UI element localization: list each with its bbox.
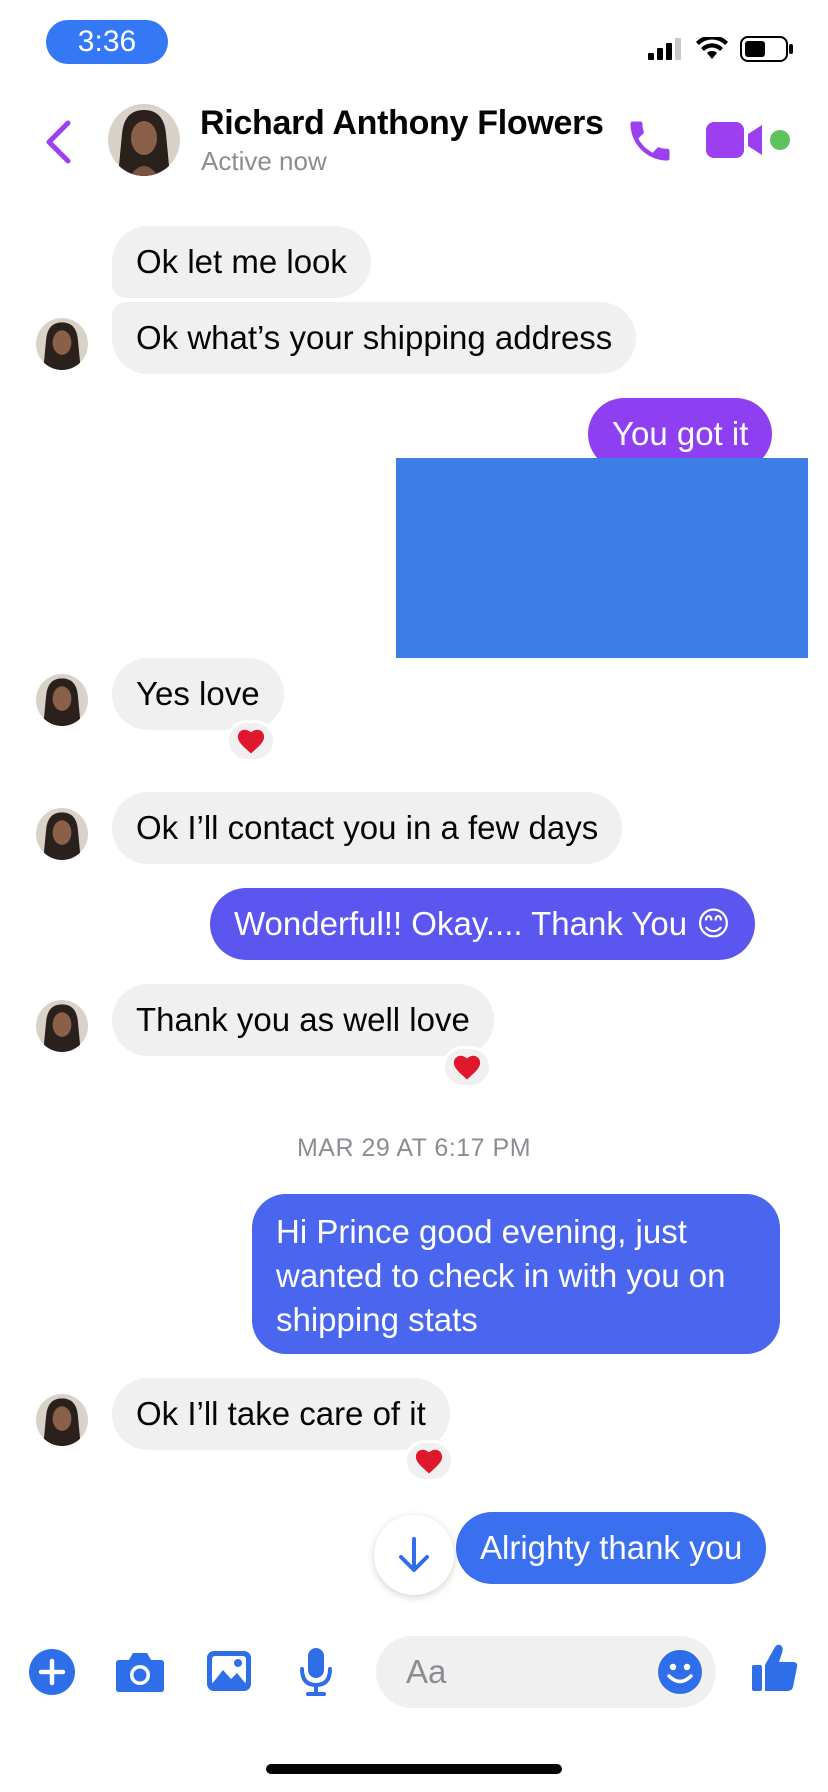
message-bubble-incoming[interactable]: Ok I’ll contact you in a few days: [112, 792, 623, 864]
scroll-to-bottom-button[interactable]: [374, 1515, 454, 1595]
message-bubble-incoming[interactable]: Ok I’ll take care of it: [112, 1378, 450, 1450]
back-button[interactable]: [38, 114, 78, 170]
signal-icon: [648, 38, 681, 60]
message-bubble-outgoing[interactable]: Alrighty thank you: [456, 1512, 767, 1584]
message-input-placeholder: Aa: [406, 1653, 447, 1690]
battery-icon: [740, 36, 793, 62]
redacted-block: [396, 458, 808, 658]
camera-button[interactable]: [114, 1646, 166, 1698]
sender-avatar: [36, 1394, 88, 1446]
like-button[interactable]: [750, 1640, 800, 1696]
message-bubble-incoming[interactable]: Ok what’s your shipping address: [112, 302, 637, 374]
contact-name[interactable]: Richard Anthony Flowers: [200, 104, 604, 143]
sender-avatar: [36, 808, 88, 860]
home-indicator: [266, 1764, 562, 1774]
heart-reaction[interactable]: [442, 1046, 492, 1088]
thumbs-up-icon: [752, 1644, 798, 1691]
image-icon: [207, 1651, 251, 1691]
heart-icon: [453, 1055, 481, 1080]
message-bubble-outgoing[interactable]: Wonderful!! Okay.... Thank You 😊: [210, 888, 755, 960]
chevron-left-icon: [46, 120, 71, 164]
heart-icon: [415, 1449, 443, 1474]
heart-reaction[interactable]: [404, 1440, 454, 1482]
online-indicator: [770, 130, 790, 150]
video-call-button[interactable]: [706, 120, 764, 160]
emoji-icon: [658, 1650, 702, 1694]
phone-icon: [630, 121, 670, 161]
voice-message-button[interactable]: [296, 1644, 336, 1700]
message-bubble-incoming[interactable]: Yes love: [112, 658, 284, 730]
sender-avatar: [36, 318, 88, 370]
microphone-icon: [300, 1648, 332, 1696]
plus-button[interactable]: [28, 1648, 76, 1696]
wifi-icon: [696, 37, 728, 59]
video-camera-icon: [706, 122, 762, 158]
heart-icon: [237, 729, 265, 754]
sender-avatar: [36, 674, 88, 726]
emoji-button[interactable]: [656, 1648, 704, 1696]
message-bubble-incoming[interactable]: Ok let me look: [112, 226, 371, 298]
message-bubble-incoming[interactable]: Thank you as well love: [112, 984, 494, 1056]
status-icons: [648, 34, 794, 64]
plus-icon: [29, 1649, 75, 1695]
active-status: Active now: [201, 146, 327, 176]
message-bubble-outgoing[interactable]: Hi Prince good evening, just wanted to c…: [252, 1194, 780, 1354]
sender-avatar: [36, 1000, 88, 1052]
voice-call-button[interactable]: [624, 115, 676, 167]
arrow-down-icon: [399, 1537, 429, 1572]
gallery-button[interactable]: [204, 1646, 254, 1696]
timestamp-divider: MAR 29 AT 6:17 PM: [296, 1134, 532, 1162]
contact-avatar[interactable]: [108, 104, 180, 176]
heart-reaction[interactable]: [226, 720, 276, 762]
status-time: 3:36: [46, 20, 168, 64]
camera-icon: [116, 1653, 164, 1692]
